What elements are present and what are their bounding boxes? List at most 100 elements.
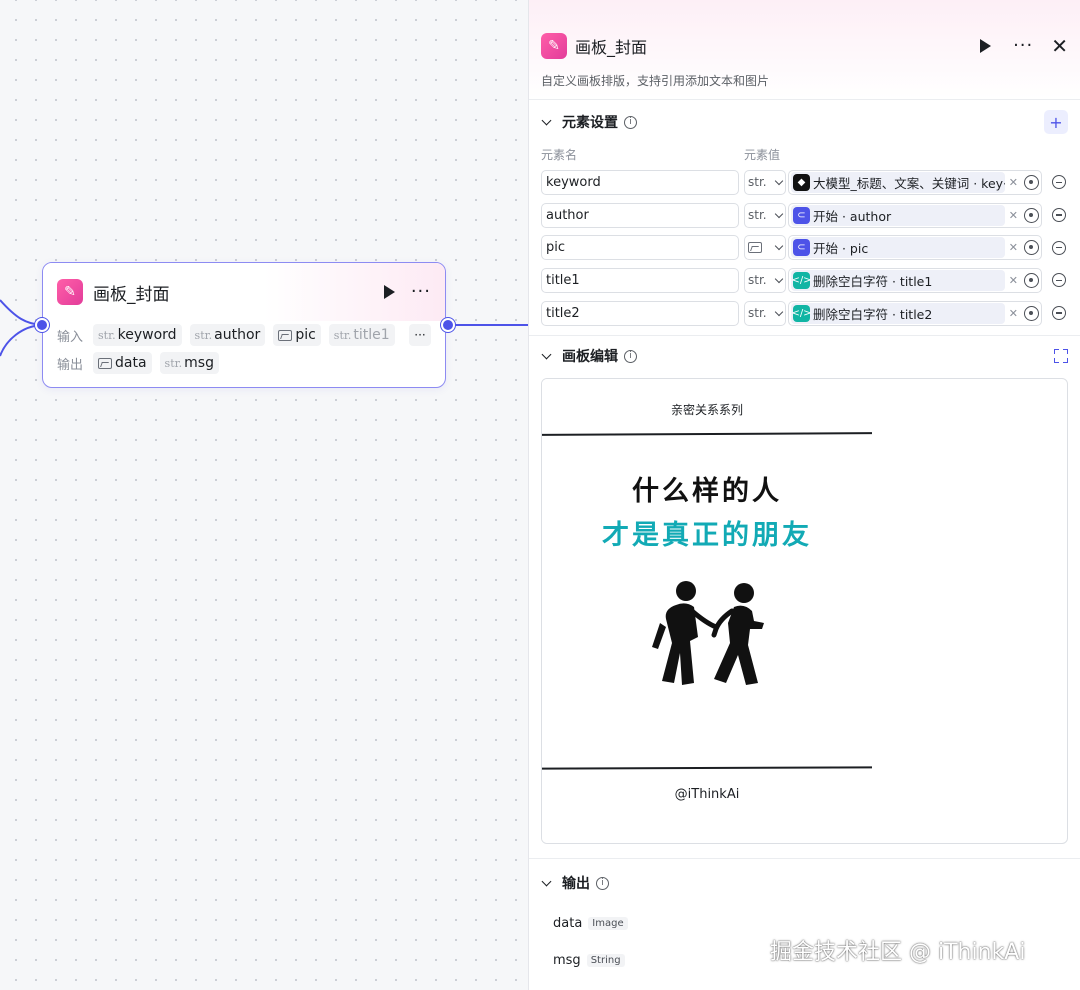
reference-pill: ⊂ 开始 · author	[791, 204, 1005, 226]
value-reference[interactable]: </> 删除空白字符 · title2 ✕	[788, 300, 1042, 326]
remove-row-icon[interactable]	[1052, 306, 1066, 321]
more-icon[interactable]: ···	[1013, 37, 1033, 55]
more-icon[interactable]: ···	[411, 283, 431, 301]
friends-walking-image[interactable]	[646, 579, 766, 695]
code-icon: </>	[791, 304, 812, 322]
target-icon[interactable]	[1024, 207, 1039, 223]
value-reference[interactable]: ⊂ 开始 · pic ✕	[788, 235, 1042, 261]
info-icon[interactable]: i	[596, 876, 609, 890]
element-row: author str. ⊂ 开始 · author ✕	[529, 199, 1080, 232]
chevron-down-icon	[774, 274, 784, 284]
output-name: data	[553, 916, 583, 932]
cover-canvas[interactable]: 亲密关系系列 什么样的人 才是真正的朋友 @iThinkAi	[542, 379, 873, 844]
chevron-down-icon[interactable]	[541, 349, 552, 360]
panel-description: 自定义画板排版，支持引用添加文本和图片	[541, 74, 770, 88]
type-select[interactable]: str.	[744, 267, 786, 293]
clear-icon[interactable]: ✕	[1009, 274, 1018, 287]
outputs-label: 输出	[57, 357, 84, 373]
board-app-icon: ✎	[57, 279, 83, 305]
board-top-line[interactable]	[542, 432, 873, 437]
element-name-input[interactable]: pic	[541, 235, 739, 261]
clear-icon[interactable]: ✕	[1009, 307, 1018, 320]
board-section-title: 画板编辑	[562, 349, 618, 366]
chevron-down-icon[interactable]	[541, 115, 552, 125]
element-name-input[interactable]: title2	[541, 300, 739, 326]
remove-row-icon[interactable]	[1052, 273, 1066, 288]
node-header: ✎ 画板_封面 ···	[43, 263, 445, 321]
expand-icon[interactable]	[1054, 349, 1068, 364]
value-reference[interactable]: ⊂ 开始 · author ✕	[788, 202, 1042, 228]
output-section-header[interactable]: 输出 i	[529, 863, 1080, 903]
node-outputs-row: 输出 data str. msg	[43, 349, 445, 377]
target-icon[interactable]	[1024, 305, 1039, 321]
output-chip-msg: str. msg	[159, 352, 219, 374]
element-name-input[interactable]: author	[541, 202, 739, 228]
chevron-down-icon[interactable]	[541, 876, 552, 887]
node-settings-panel: ✎ 画板_封面 ··· ✕ 自定义画板排版，支持引用添加文本和图片 元素设置 i…	[528, 0, 1080, 990]
clear-icon[interactable]: ✕	[1009, 241, 1018, 254]
reference-pill: </> 删除空白字符 · title1	[791, 269, 1005, 291]
output-section-title: 输出	[562, 876, 590, 893]
canvas-node-card[interactable]: ✎ 画板_封面 ··· 输入 str. keyword str. author pi…	[42, 262, 446, 388]
add-element-button[interactable]: +	[1044, 110, 1068, 134]
input-chip-title1: str. title1	[328, 324, 395, 346]
remove-row-icon[interactable]	[1052, 208, 1066, 223]
board-editor[interactable]: 亲密关系系列 什么样的人 才是真正的朋友 @iThinkAi	[541, 378, 1068, 845]
board-author-text[interactable]: @iThinkAi	[542, 787, 872, 802]
incoming-edge-2	[0, 324, 43, 357]
input-chip-keyword: str. keyword	[93, 324, 182, 346]
output-type-badge: Image	[588, 917, 628, 931]
play-icon[interactable]	[383, 285, 395, 299]
elements-section-title: 元素设置	[562, 115, 618, 131]
value-reference[interactable]: </> 删除空白字符 · title1 ✕	[788, 267, 1042, 293]
remove-row-icon[interactable]	[1052, 240, 1066, 255]
start-icon: ⊂	[793, 206, 810, 224]
clear-icon[interactable]: ✕	[1009, 209, 1018, 222]
remove-row-icon[interactable]	[1052, 175, 1066, 190]
type-select[interactable]: str.	[744, 169, 786, 195]
input-chip-author: str. author	[189, 324, 266, 346]
close-icon[interactable]: ✕	[1051, 36, 1068, 56]
element-name-input[interactable]: keyword	[541, 169, 739, 195]
clear-icon[interactable]: ✕	[1009, 176, 1018, 189]
reference-pill: ◆ 大模型_标题、文案、关键词 · key···	[791, 171, 1005, 193]
node-inputs-row: 输入 str. keyword str. author pic str. title1…	[43, 321, 445, 349]
input-chip-pic: pic	[273, 324, 321, 346]
start-icon: ⊂	[793, 239, 810, 257]
column-headers: 元素名 元素值	[529, 142, 1080, 166]
image-icon	[748, 242, 762, 254]
input-port[interactable]	[35, 318, 49, 332]
watermark-text: 掘金技术社区 @ iThinkAi	[770, 940, 1026, 965]
element-row: title1 str. </> 删除空白字符 · title1 ✕	[529, 264, 1080, 297]
llm-icon: ◆	[793, 173, 810, 191]
element-row: keyword str. ◆ 大模型_标题、文案、关键词 · key··· ✕	[529, 166, 1080, 199]
elements-section-header[interactable]: 元素设置 i +	[529, 102, 1080, 142]
output-type-badge: String	[586, 954, 625, 968]
element-name-input[interactable]: title1	[541, 267, 739, 293]
value-reference[interactable]: ◆ 大模型_标题、文案、关键词 · key··· ✕	[788, 169, 1042, 195]
type-select[interactable]: str.	[744, 300, 786, 326]
col-name-header: 元素名	[541, 147, 578, 162]
type-select[interactable]: str.	[744, 202, 786, 228]
edge-layer	[0, 299, 528, 357]
run-icon[interactable]	[980, 39, 992, 53]
board-app-icon: ✎	[541, 33, 567, 59]
output-port[interactable]	[441, 318, 455, 332]
board-title1[interactable]: 什么样的人	[542, 469, 872, 508]
type-select[interactable]	[744, 235, 786, 261]
info-icon[interactable]: i	[624, 115, 637, 129]
element-row: pic ⊂ 开始 · pic ✕	[529, 231, 1080, 264]
chevron-down-icon	[774, 209, 784, 218]
target-icon[interactable]	[1024, 174, 1039, 190]
board-section-header[interactable]: 画板编辑 i	[529, 336, 1080, 376]
board-bottom-line[interactable]	[542, 766, 873, 771]
more-inputs-button[interactable]: ···	[409, 324, 431, 346]
target-icon[interactable]	[1024, 272, 1039, 288]
workflow-canvas[interactable]: ✎ 画板_封面 ··· 输入 str. keyword str. author pi…	[0, 0, 528, 990]
image-icon	[98, 357, 112, 369]
board-title2[interactable]: 才是真正的朋友	[542, 513, 872, 552]
board-top-text[interactable]: 亲密关系系列	[542, 401, 872, 418]
reference-pill: </> 删除空白字符 · title2	[791, 302, 1005, 324]
info-icon[interactable]: i	[624, 349, 637, 363]
target-icon[interactable]	[1024, 240, 1039, 256]
